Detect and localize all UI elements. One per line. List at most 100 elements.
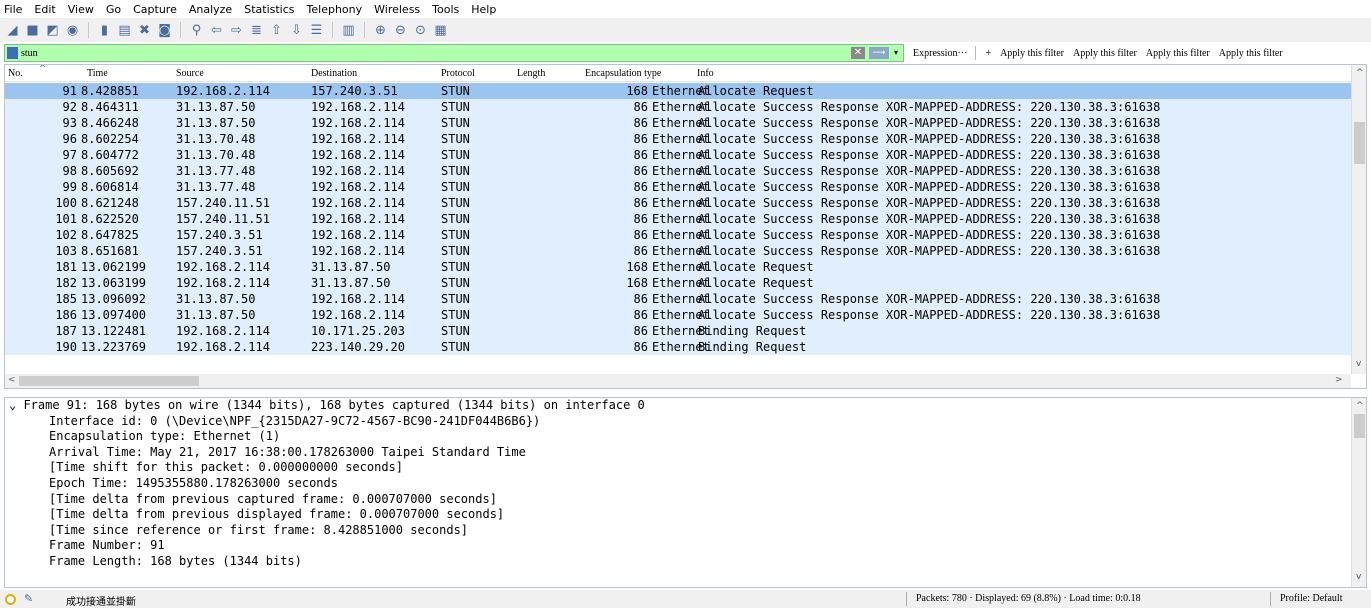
reload-icon[interactable]: ◙: [156, 22, 173, 39]
scroll-up-icon[interactable]: ^: [1356, 401, 1364, 411]
detail-field[interactable]: Arrival Time: May 21, 2017 16:38:00.1782…: [5, 445, 1366, 461]
table-row[interactable]: 182 13.063199 192.168.2.114 31.13.87.50 STUN…: [5, 275, 1351, 291]
table-row[interactable]: 102 8.647825 157.240.3.51 192.168.2.114 STUN…: [5, 227, 1351, 243]
menu-capture[interactable]: Capture: [133, 3, 177, 16]
bookmark-icon[interactable]: [7, 47, 18, 59]
column-header-info[interactable]: Info: [697, 68, 714, 79]
zoom-in-icon[interactable]: ⊕: [372, 22, 389, 39]
scroll-up-icon[interactable]: ^: [1356, 68, 1364, 78]
scroll-down-icon[interactable]: v: [1356, 572, 1361, 582]
column-header-destination[interactable]: Destination: [311, 68, 357, 79]
table-row[interactable]: 98 8.605692 31.13.77.48 192.168.2.114 STUN 86…: [5, 163, 1351, 179]
filter-button-3[interactable]: Apply this filter: [1146, 48, 1210, 59]
apply-filter-arrow-icon[interactable]: ⟶: [869, 47, 889, 59]
options-icon[interactable]: ◉: [64, 22, 81, 39]
column-header-no[interactable]: No.: [8, 68, 23, 79]
table-row[interactable]: 93 8.466248 31.13.87.50 192.168.2.114 STUN 86…: [5, 115, 1351, 131]
colorize-icon[interactable]: ▥: [340, 22, 357, 39]
filter-button-1[interactable]: Apply this filter: [1000, 48, 1064, 59]
go-to-icon[interactable]: ≣: [248, 22, 265, 39]
detail-field[interactable]: Interface id: 0 (\Device\NPF_{2315DA27-9…: [5, 414, 1366, 430]
table-row[interactable]: 190 13.223769 192.168.2.114 223.140.29.20 ST…: [5, 339, 1351, 355]
autoscroll-icon[interactable]: ☰: [308, 22, 325, 39]
detail-field[interactable]: [Time since reference or first frame: 8.…: [5, 523, 1366, 539]
detail-field[interactable]: Frame Length: 168 bytes (1344 bits): [5, 554, 1366, 570]
zoom-normal-icon[interactable]: ⊙: [412, 22, 429, 39]
packet-list-horizontal-scrollbar[interactable]: < >: [5, 374, 1351, 388]
table-row[interactable]: 92 8.464311 31.13.87.50 192.168.2.114 STUN 86…: [5, 99, 1351, 115]
add-filter-button[interactable]: +: [985, 48, 991, 59]
menu-analyze[interactable]: Analyze: [189, 3, 232, 16]
cell-time: 8.621248: [81, 196, 139, 210]
filter-button-2[interactable]: Apply this filter: [1073, 48, 1137, 59]
table-row[interactable]: 181 13.062199 192.168.2.114 31.13.87.50 STUN…: [5, 259, 1351, 275]
collapse-chevron-icon[interactable]: ⌄: [9, 398, 23, 412]
menu-help[interactable]: Help: [471, 3, 496, 16]
capture-comment-icon[interactable]: ✎: [24, 592, 33, 605]
cell-no: 92: [62, 100, 77, 114]
zoom-out-icon[interactable]: ⊖: [392, 22, 409, 39]
menu-statistics[interactable]: Statistics: [244, 3, 294, 16]
find-icon[interactable]: ⚲: [188, 22, 205, 39]
display-filter-input[interactable]: stun ✕ ⟶ ▾: [4, 44, 904, 62]
last-packet-icon[interactable]: ⇩: [288, 22, 305, 39]
clear-filter-icon[interactable]: ✕: [851, 47, 865, 59]
scroll-left-icon[interactable]: <: [8, 375, 16, 385]
filter-history-dropdown-icon[interactable]: ▾: [891, 47, 901, 59]
detail-field[interactable]: [Time delta from previous displayed fram…: [5, 507, 1366, 523]
column-header-source[interactable]: Source: [176, 68, 204, 79]
menu-edit[interactable]: Edit: [34, 3, 55, 16]
scrollbar-thumb[interactable]: [1354, 122, 1365, 164]
table-row-selected[interactable]: 91 8.428851 192.168.2.114 157.240.3.51 STUN 1…: [5, 83, 1351, 99]
detail-field[interactable]: Encapsulation type: Ethernet (1): [5, 429, 1366, 445]
detail-field[interactable]: Epoch Time: 1495355880.178263000 seconds: [5, 476, 1366, 492]
expert-info-icon[interactable]: [5, 594, 16, 605]
column-header-time[interactable]: Time: [87, 68, 108, 79]
table-row[interactable]: 99 8.606814 31.13.77.48 192.168.2.114 STUN 86…: [5, 179, 1351, 195]
forward-icon[interactable]: ⇨: [228, 22, 245, 39]
resize-columns-icon[interactable]: ▦: [432, 22, 449, 39]
back-icon[interactable]: ⇦: [208, 22, 225, 39]
menu-go[interactable]: Go: [106, 3, 121, 16]
menu-view[interactable]: View: [68, 3, 94, 16]
stop-icon[interactable]: ■: [24, 22, 41, 39]
details-vertical-scrollbar[interactable]: ^ v: [1351, 398, 1366, 587]
column-header-encapsulation[interactable]: Encapsulation type: [585, 68, 661, 79]
menu-telephony[interactable]: Telephony: [307, 3, 363, 16]
first-packet-icon[interactable]: ⇧: [268, 22, 285, 39]
cell-no: 96: [62, 132, 77, 146]
column-header-length[interactable]: Length: [517, 68, 545, 79]
table-row[interactable]: 96 8.602254 31.13.70.48 192.168.2.114 STUN 86…: [5, 131, 1351, 147]
table-row[interactable]: 100 8.621248 157.240.11.51 192.168.2.114 STU…: [5, 195, 1351, 211]
menu-wireless[interactable]: Wireless: [374, 3, 420, 16]
shark-fin-icon[interactable]: ◢: [4, 22, 21, 39]
column-header-protocol[interactable]: Protocol: [441, 68, 475, 79]
save-icon[interactable]: ▤: [116, 22, 133, 39]
table-row[interactable]: 186 13.097400 31.13.87.50 192.168.2.114 STUN…: [5, 307, 1351, 323]
table-row[interactable]: 97 8.604772 31.13.70.48 192.168.2.114 STUN 86…: [5, 147, 1351, 163]
close-file-icon[interactable]: ✖: [136, 22, 153, 39]
detail-field[interactable]: [Time delta from previous captured frame…: [5, 492, 1366, 508]
expression-button[interactable]: Expression···: [913, 48, 967, 59]
scrollbar-thumb[interactable]: [1354, 414, 1365, 438]
scroll-down-icon[interactable]: v: [1356, 359, 1361, 369]
detail-field[interactable]: [Time shift for this packet: 0.000000000…: [5, 460, 1366, 476]
toolbar-divider: [364, 22, 365, 38]
open-file-icon[interactable]: ▮: [96, 22, 113, 39]
menu-file[interactable]: File: [4, 3, 22, 16]
scrollbar-thumb[interactable]: [19, 376, 199, 386]
menu-tools[interactable]: Tools: [432, 3, 459, 16]
scroll-right-icon[interactable]: >: [1335, 375, 1343, 385]
profile-label[interactable]: Profile: Default: [1280, 593, 1342, 604]
cell-no: 97: [62, 148, 77, 162]
frame-tree-node[interactable]: ⌄ Frame 91: 168 bytes on wire (1344 bits…: [5, 398, 1366, 414]
table-row[interactable]: 103 8.651681 157.240.3.51 192.168.2.114 STUN…: [5, 243, 1351, 259]
table-row[interactable]: 101 8.622520 157.240.11.51 192.168.2.114 STU…: [5, 211, 1351, 227]
table-row[interactable]: 185 13.096092 31.13.87.50 192.168.2.114 STUN…: [5, 291, 1351, 307]
filter-button-4[interactable]: Apply this filter: [1219, 48, 1283, 59]
restart-icon[interactable]: ◩: [44, 22, 61, 39]
packet-list-vertical-scrollbar[interactable]: ^ v: [1351, 65, 1366, 374]
table-row[interactable]: 187 13.122481 192.168.2.114 10.171.25.203 ST…: [5, 323, 1351, 339]
detail-field[interactable]: Frame Number: 91: [5, 538, 1366, 554]
cell-dst: 223.140.29.20: [311, 340, 405, 354]
